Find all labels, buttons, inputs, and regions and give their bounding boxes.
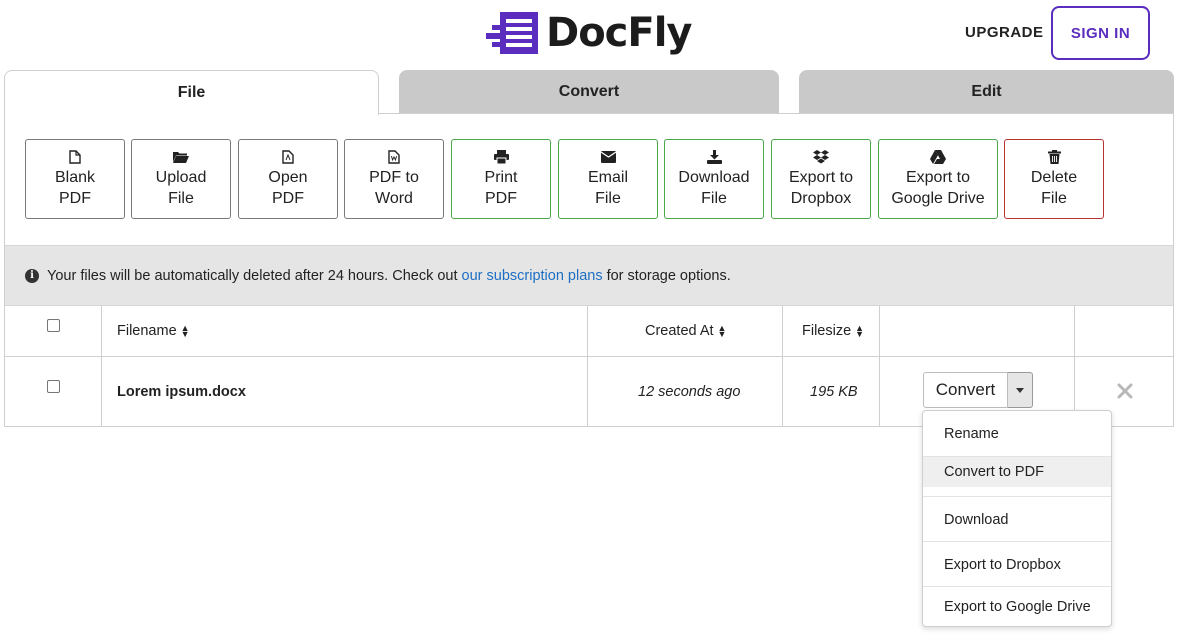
- sort-icon: ▲ ▼: [717, 323, 727, 339]
- pdf-to-word-button[interactable]: PDF to Word: [344, 139, 444, 219]
- caret-down-icon: [1016, 387, 1024, 393]
- convert-split-button: Convert: [923, 372, 1033, 408]
- dropbox-icon: [813, 149, 829, 165]
- file-pdf-icon: [280, 149, 296, 165]
- delete-file-button[interactable]: Delete File: [1004, 139, 1104, 219]
- sort-icon: ▲ ▼: [855, 323, 865, 339]
- row-created-at: 12 seconds ago: [638, 384, 741, 400]
- export-gdrive-label: Export to Google Drive: [891, 169, 985, 207]
- print-icon: [493, 149, 509, 165]
- app-header: DocFly UPGRADE SIGN IN: [0, 0, 1178, 70]
- tab-edit[interactable]: Edit: [799, 70, 1174, 114]
- menu-item-convert-to-pdf[interactable]: Convert to PDF: [923, 457, 1111, 487]
- file-panel: Blank PDF Upload File Open PDF PDF to Wo…: [4, 113, 1174, 427]
- convert-dropdown-menu: Rename Convert to PDF Download Export to…: [922, 410, 1112, 627]
- open-pdf-button[interactable]: Open PDF: [238, 139, 338, 219]
- print-pdf-button[interactable]: Print PDF: [451, 139, 551, 219]
- file-icon: [67, 149, 83, 165]
- upgrade-link[interactable]: UPGRADE: [965, 24, 1044, 41]
- sign-in-button[interactable]: SIGN IN: [1051, 6, 1150, 60]
- open-pdf-label: Open PDF: [268, 169, 308, 207]
- google-drive-icon: [930, 149, 946, 165]
- notice-text-after: for storage options.: [606, 267, 731, 284]
- trash-icon: [1046, 149, 1062, 165]
- download-file-label: Download File: [678, 169, 750, 207]
- info-icon: i: [25, 268, 39, 283]
- filename-header-label: Filename: [117, 323, 177, 339]
- menu-item-export-dropbox[interactable]: Export to Dropbox: [923, 542, 1111, 587]
- folder-open-icon: [173, 149, 189, 165]
- delete-file-label: Delete File: [1030, 169, 1078, 207]
- menu-item-export-gdrive[interactable]: Export to Google Drive: [923, 587, 1111, 627]
- row-filesize: 195 KB: [810, 384, 858, 400]
- upload-file-button[interactable]: Upload File: [131, 139, 231, 219]
- filesize-header-label: Filesize: [802, 323, 852, 339]
- select-all-cell: [47, 300, 60, 350]
- table-header-row: Filename ▲ ▼ Created At ▲ ▼ Filesize ▲ ▼: [5, 306, 1173, 357]
- retention-notice: i Your files will be automatically delet…: [5, 245, 1173, 306]
- filesize-header[interactable]: Filesize ▲ ▼: [802, 306, 864, 356]
- row-filename[interactable]: Lorem ipsum.docx: [117, 357, 246, 427]
- export-gdrive-button[interactable]: Export to Google Drive: [878, 139, 998, 219]
- file-word-icon: [386, 149, 402, 165]
- docfly-logo[interactable]: DocFly: [486, 8, 693, 58]
- email-file-button[interactable]: Email File: [558, 139, 658, 219]
- select-all-checkbox[interactable]: [47, 318, 60, 332]
- blank-pdf-button[interactable]: Blank PDF: [25, 139, 125, 219]
- row-checkbox[interactable]: [47, 379, 60, 393]
- envelope-icon: [600, 149, 616, 165]
- print-pdf-label: Print PDF: [484, 169, 518, 207]
- upload-file-label: Upload File: [155, 169, 207, 207]
- subscription-plans-link[interactable]: our subscription plans: [462, 268, 603, 284]
- download-icon: [706, 149, 722, 165]
- remove-row-icon[interactable]: [1113, 379, 1137, 403]
- logo-text: DocFly: [546, 10, 693, 56]
- download-file-button[interactable]: Download File: [664, 139, 764, 219]
- convert-dropdown-toggle[interactable]: [1008, 372, 1033, 408]
- menu-item-rename[interactable]: Rename: [923, 411, 1111, 456]
- created-at-header[interactable]: Created At ▲ ▼: [645, 306, 726, 356]
- tab-file[interactable]: File: [4, 70, 379, 115]
- pdf-to-word-label: PDF to Word: [369, 169, 419, 207]
- menu-item-download[interactable]: Download: [923, 497, 1111, 542]
- filename-header[interactable]: Filename ▲ ▼: [117, 306, 190, 356]
- notice-text-before: Your files will be automatically deleted…: [47, 267, 458, 284]
- logo-icon: [486, 12, 538, 54]
- created-at-header-label: Created At: [645, 323, 714, 339]
- email-file-label: Email File: [587, 169, 628, 207]
- export-dropbox-button[interactable]: Export to Dropbox: [771, 139, 871, 219]
- sort-icon: ▲ ▼: [180, 323, 190, 339]
- export-dropbox-label: Export to Dropbox: [788, 169, 854, 207]
- convert-button[interactable]: Convert: [923, 372, 1008, 408]
- tab-convert[interactable]: Convert: [399, 70, 779, 114]
- row-select-cell: [47, 351, 60, 421]
- blank-pdf-label: Blank PDF: [54, 169, 96, 207]
